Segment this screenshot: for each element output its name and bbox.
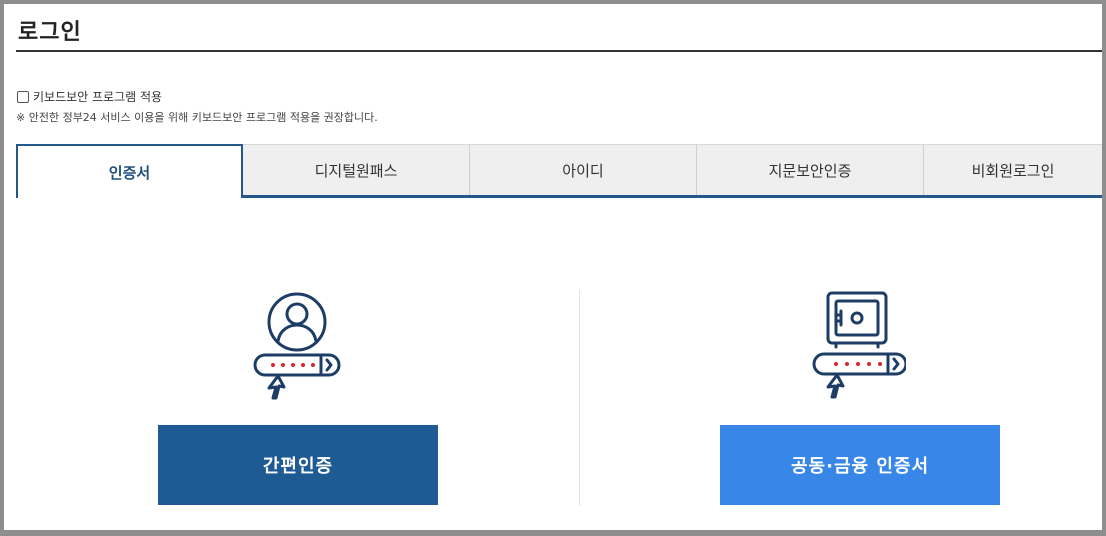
options-divider: [579, 290, 580, 506]
tab-id[interactable]: 아이디: [470, 144, 697, 195]
keyboard-security-checkbox[interactable]: [17, 90, 29, 103]
keyboard-security-note: ※ 안전한 정부24 서비스 이용을 위해 키보드보안 프로그램 적용을 권장합…: [16, 111, 378, 124]
keyboard-security-label: 키보드보안 프로그램 적용: [33, 90, 163, 104]
login-method-tabs: 인증서 디지털원패스 아이디 지문보안인증 비회원로그인: [16, 144, 1102, 198]
user-password-icon: [247, 291, 347, 403]
tab-certificate[interactable]: 인증서: [16, 144, 243, 198]
page-title: 로그인: [18, 20, 82, 45]
login-panel: 로그인 키보드보안 프로그램 적용 ※ 안전한 정부24 서비스 이용을 위해 …: [4, 4, 1102, 530]
tab-guest-login[interactable]: 비회원로그인: [924, 144, 1102, 195]
safe-password-icon: [806, 290, 908, 402]
title-divider: [16, 50, 1102, 52]
tab-fingerprint[interactable]: 지문보안인증: [697, 144, 924, 195]
simple-auth-button[interactable]: 간편인증: [158, 425, 438, 505]
keyboard-security-option[interactable]: 키보드보안 프로그램 적용: [17, 88, 162, 105]
joint-financial-cert-button[interactable]: 공동·금융 인증서: [720, 425, 1000, 505]
tab-digital-onepass[interactable]: 디지털원패스: [243, 144, 470, 195]
